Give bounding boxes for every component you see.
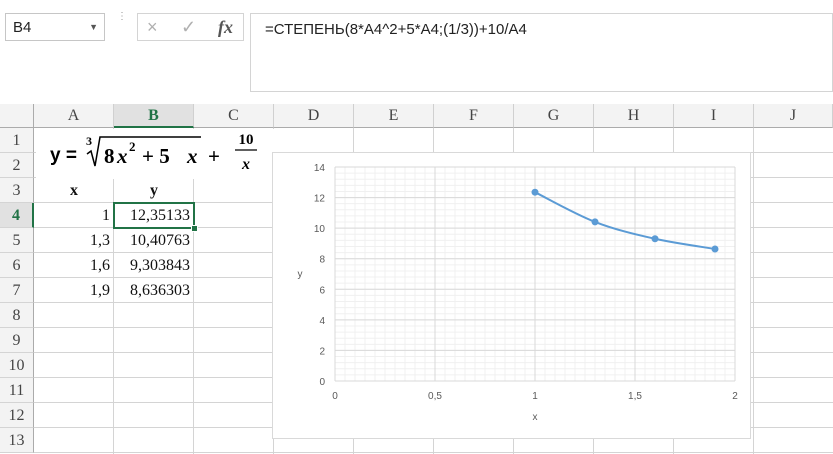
radicand-plus: + 5 [142, 144, 170, 168]
row-header-12[interactable]: 12 [0, 403, 34, 428]
formula-buttons: × ✓ fx [137, 13, 244, 41]
y-tick-label: 10 [314, 224, 326, 235]
column-header-j[interactable]: J [754, 104, 833, 128]
root-index: 3 [86, 134, 92, 148]
y-tick-label: 8 [319, 255, 325, 266]
drag-handle-icon[interactable]: ⋮ [117, 12, 127, 22]
column-header-c[interactable]: C [194, 104, 274, 128]
chart-svg: 0 0,5 1 1,5 2 0 2 4 6 8 10 12 14 x y [298, 163, 739, 423]
column-header-a[interactable]: A [34, 104, 114, 128]
chart-gridlines [334, 166, 736, 382]
x-tick-label: 0,5 [428, 391, 442, 402]
formula-toolbar: B4 ▼ ⋮ × ✓ fx =СТЕПЕНЬ(8*A4^2+5*A4;(1/3)… [0, 0, 833, 104]
row-header-2[interactable]: 2 [0, 153, 34, 178]
column-header-e[interactable]: E [354, 104, 434, 128]
header-x[interactable]: x [34, 178, 114, 203]
column-header-f[interactable]: F [434, 104, 514, 128]
column-header-d[interactable]: D [274, 104, 354, 128]
name-box-value: B4 [13, 19, 32, 36]
row-header-4[interactable]: 4 [0, 203, 34, 228]
y-tick-label: 14 [314, 163, 326, 174]
y-tick-label: 6 [319, 285, 325, 296]
y-tick-label: 4 [319, 316, 325, 327]
row-header-10[interactable]: 10 [0, 353, 34, 378]
equation-image[interactable]: y = 3 8 x 2 + 5 x + 10 x [36, 129, 276, 179]
column-header-h[interactable]: H [594, 104, 674, 128]
row-header-6[interactable]: 6 [0, 253, 34, 278]
chevron-down-icon[interactable]: ▼ [89, 22, 98, 32]
fill-handle[interactable] [191, 225, 198, 232]
data-point[interactable] [711, 245, 719, 253]
active-cell-border [113, 202, 195, 229]
x-axis-label: x [533, 412, 538, 423]
radicand-var: x [116, 144, 128, 168]
row-header-8[interactable]: 8 [0, 303, 34, 328]
formula-input[interactable]: =СТЕПЕНЬ(8*A4^2+5*A4;(1/3))+10/A4 [250, 13, 833, 92]
x-tick-label: 1,5 [628, 391, 642, 402]
row-header-13[interactable]: 13 [0, 428, 34, 453]
row-header-3[interactable]: 3 [0, 178, 34, 203]
radicand-coef: 8 [104, 144, 115, 168]
header-y[interactable]: y [114, 178, 194, 203]
insert-function-icon[interactable]: fx [218, 17, 233, 38]
cell-x[interactable]: 1,9 [34, 278, 114, 303]
select-all-corner[interactable] [0, 104, 34, 128]
radicand-exp: 2 [129, 139, 136, 154]
x-tick-label: 1 [532, 391, 538, 402]
x-tick-label: 2 [732, 391, 738, 402]
data-point[interactable] [651, 235, 659, 243]
cell-y[interactable]: 8,636303 [114, 278, 194, 303]
cell-x[interactable]: 1,3 [34, 228, 114, 253]
row-header-11[interactable]: 11 [0, 378, 34, 403]
checkmark-icon[interactable]: ✓ [181, 17, 196, 38]
column-header-i[interactable]: I [674, 104, 754, 128]
y-axis-label: y [298, 269, 303, 280]
cancel-icon[interactable]: × [147, 17, 158, 38]
fraction-denominator: x [241, 156, 250, 173]
column-header-b[interactable]: B [114, 104, 194, 128]
cell-x[interactable]: 1 [34, 203, 114, 228]
column-header-g[interactable]: G [514, 104, 594, 128]
name-box[interactable]: B4 ▼ [5, 13, 105, 41]
formula-text: =СТЕПЕНЬ(8*A4^2+5*A4;(1/3))+10/A4 [265, 21, 527, 38]
equation-svg: y = 3 8 x 2 + 5 x + 10 x [50, 132, 257, 173]
row-header-7[interactable]: 7 [0, 278, 34, 303]
data-point[interactable] [531, 188, 539, 196]
x-tick-label: 0 [332, 391, 338, 402]
data-point[interactable] [591, 218, 599, 226]
cell-y[interactable]: 9,303843 [114, 253, 194, 278]
row-header-9[interactable]: 9 [0, 328, 34, 353]
y-tick-label: 12 [314, 194, 326, 205]
cell-x[interactable]: 1,6 [34, 253, 114, 278]
row-header-5[interactable]: 5 [0, 228, 34, 253]
cell-y[interactable]: 10,40763 [114, 228, 194, 253]
plus-sign: + [208, 144, 220, 168]
fraction-numerator: 10 [239, 132, 254, 148]
row-header-1[interactable]: 1 [0, 128, 34, 153]
chart-area[interactable]: 0 0,5 1 1,5 2 0 2 4 6 8 10 12 14 x y [272, 152, 751, 439]
equation-lhs: y = [50, 145, 77, 166]
radicand-var2: x [186, 144, 198, 168]
y-tick-label: 0 [319, 377, 325, 388]
y-tick-label: 2 [319, 346, 325, 357]
